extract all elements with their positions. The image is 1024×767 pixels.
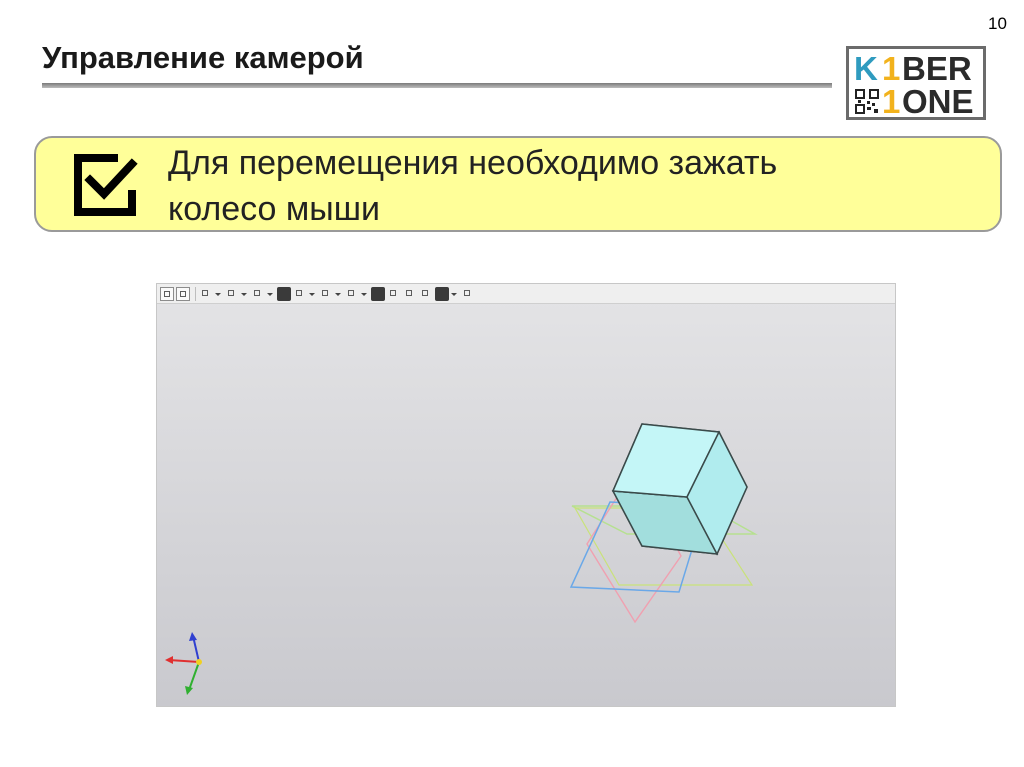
qr-code-icon bbox=[855, 89, 879, 115]
logo-digit-bottom: 1 bbox=[882, 83, 901, 120]
page-number: 10 bbox=[988, 14, 1007, 33]
instruction-text: Для перемещения необходимо зажать колесо… bbox=[168, 140, 948, 232]
instruction-line-1: Для перемещения необходимо зажать bbox=[168, 144, 778, 182]
checkbox-checked-icon bbox=[74, 154, 138, 216]
page-title: Управление камерой bbox=[42, 40, 364, 75]
title-divider bbox=[42, 83, 832, 88]
logo-one: ONE bbox=[902, 83, 974, 120]
axis-triad-icon bbox=[165, 632, 202, 695]
model-scene[interactable] bbox=[157, 284, 896, 707]
instruction-line-2: колесо мыши bbox=[168, 190, 380, 228]
kiberone-logo: K 1 BER 1 ONE bbox=[846, 46, 986, 120]
3d-viewport[interactable] bbox=[156, 283, 896, 707]
logo-k: K bbox=[854, 50, 878, 87]
logo-ber: BER bbox=[902, 50, 972, 87]
logo-digit-top: 1 bbox=[882, 50, 901, 87]
